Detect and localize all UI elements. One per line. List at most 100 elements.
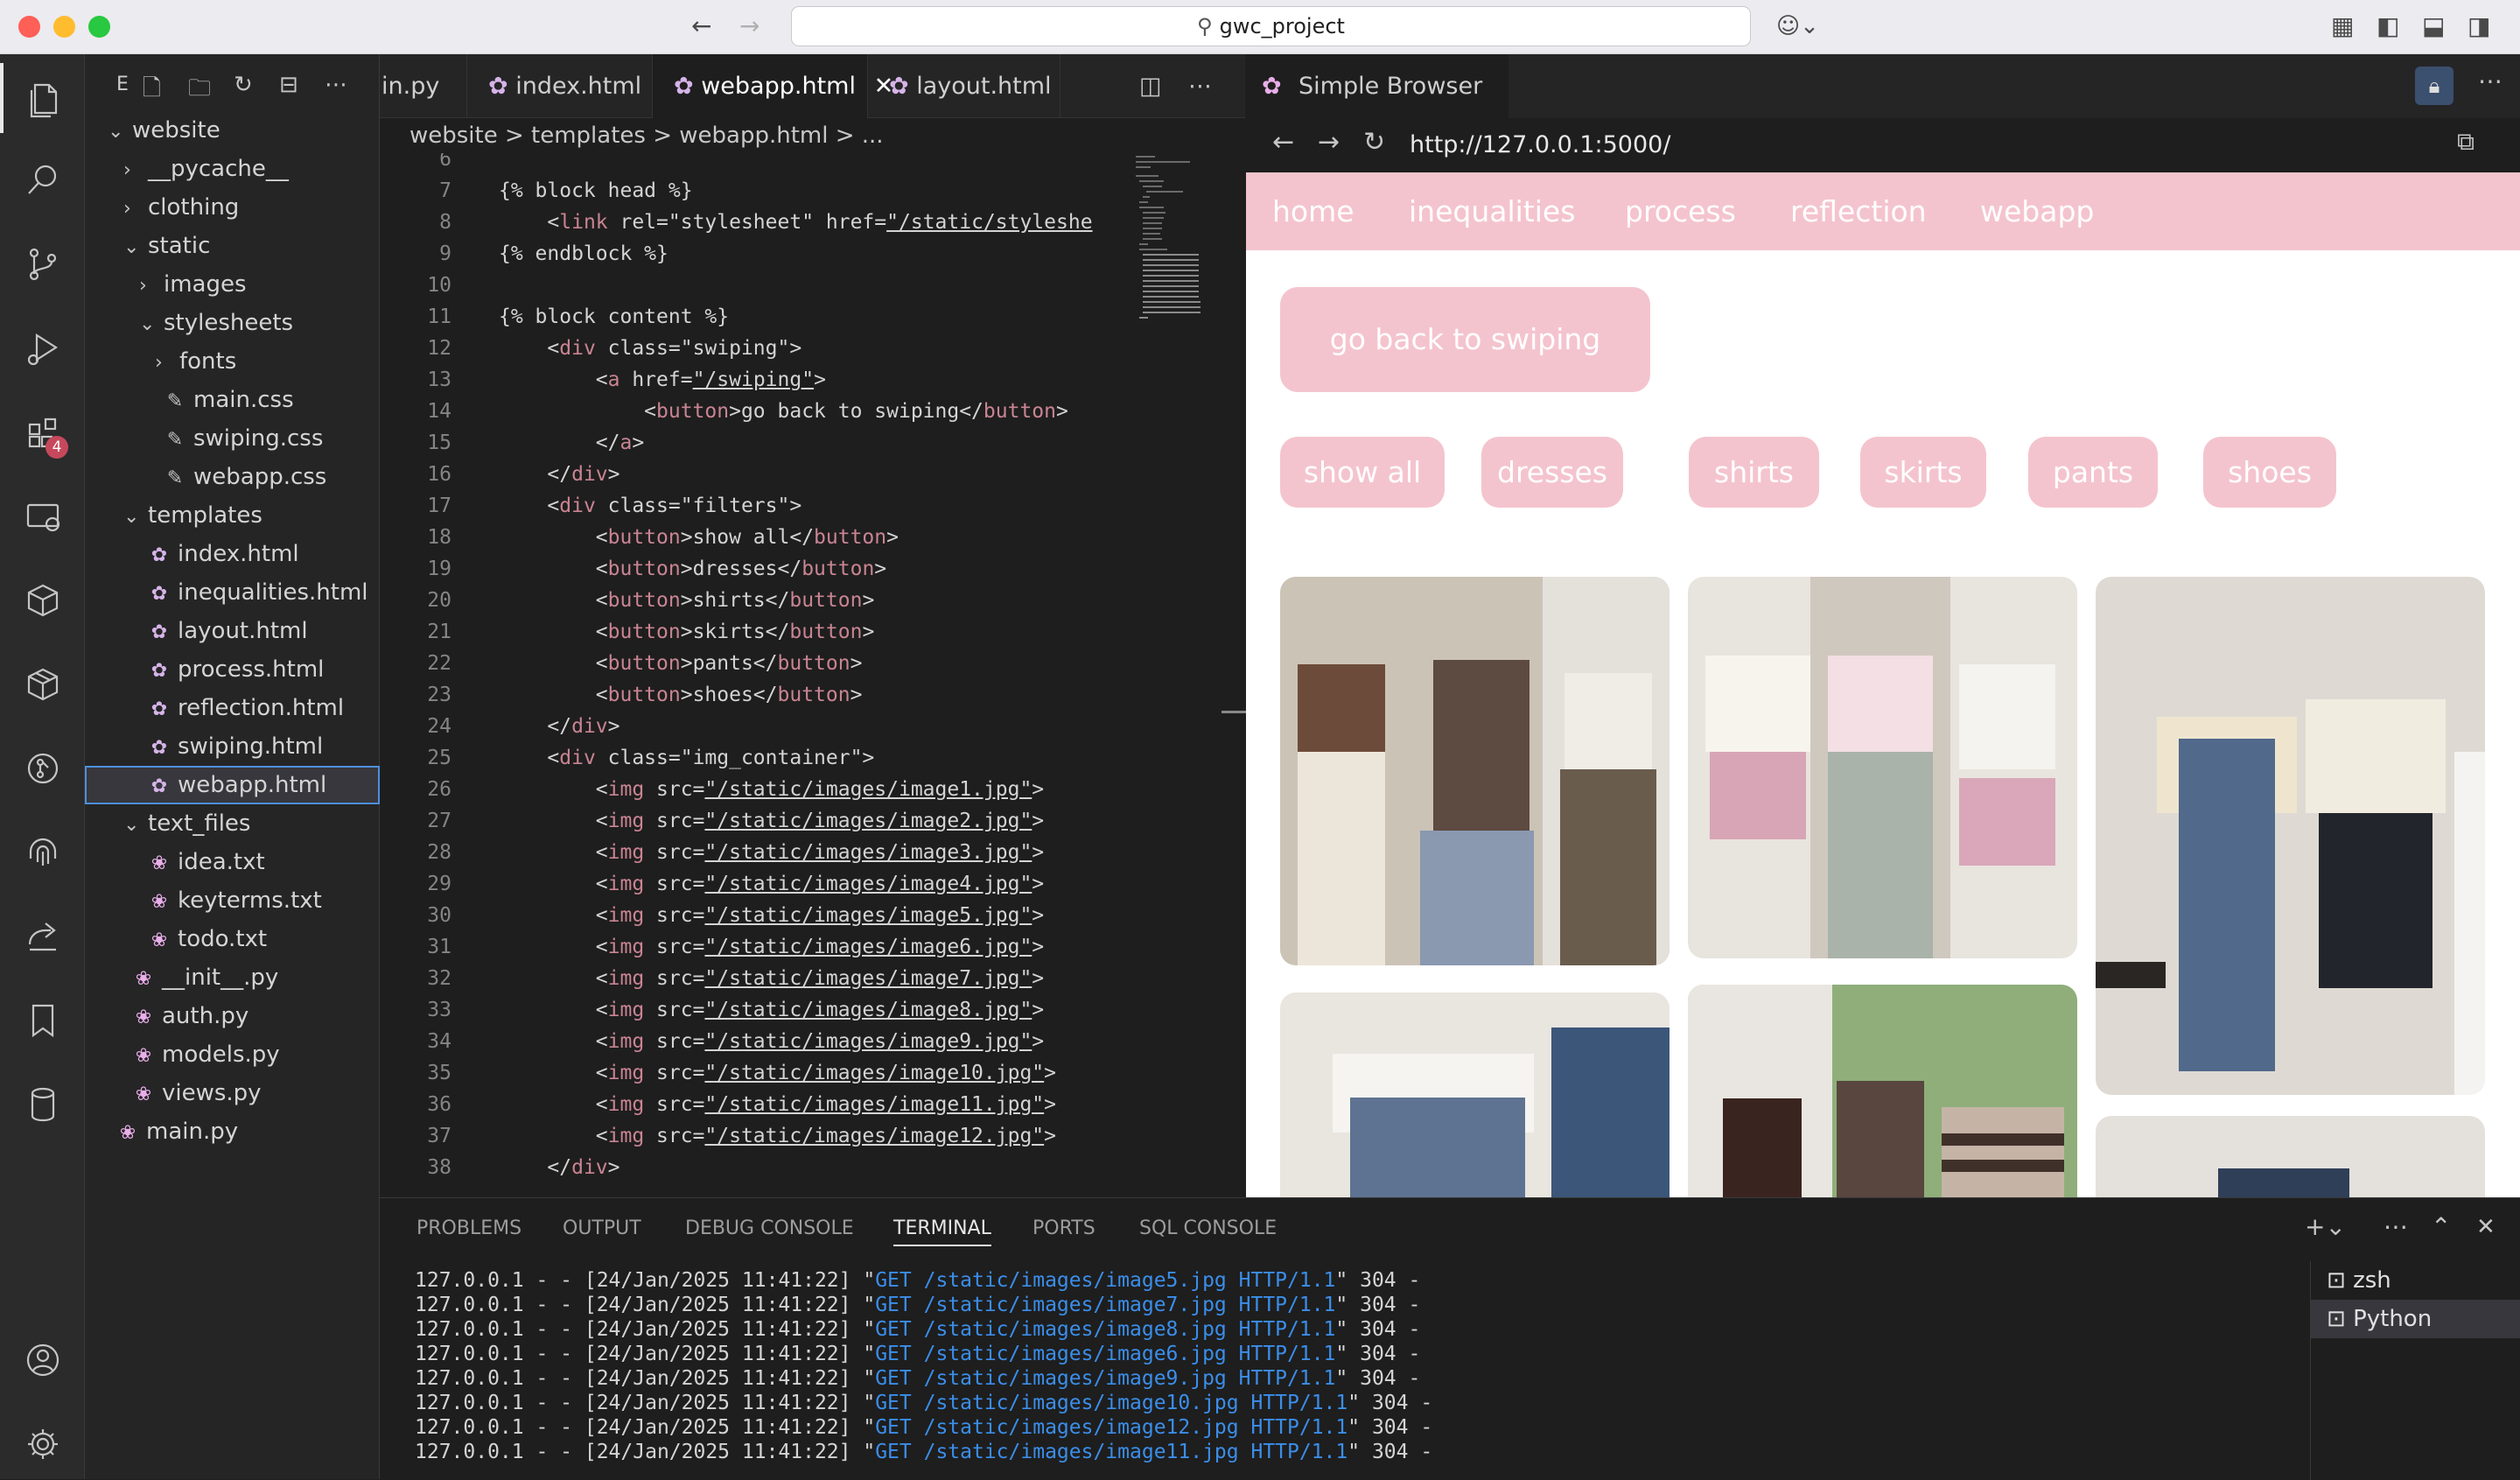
- tree-item[interactable]: ❀ __init__.py: [85, 958, 380, 997]
- tab-terminal[interactable]: TERMINAL: [893, 1217, 991, 1246]
- filter-dresses-button[interactable]: dresses: [1481, 437, 1623, 508]
- run-debug-button[interactable]: [0, 313, 85, 383]
- minimize-window-button[interactable]: [53, 16, 75, 38]
- tab-simple-browser[interactable]: ✿ Simple Browser ✕: [1246, 54, 1508, 164]
- url-field[interactable]: http://127.0.0.1:5000/: [1410, 118, 1670, 172]
- new-folder-icon[interactable]: 🗀: [188, 72, 211, 110]
- explorer-button[interactable]: [0, 63, 85, 133]
- tree-item[interactable]: ✿ webapp.html: [85, 766, 380, 804]
- terminal-python[interactable]: ⊡ Python: [2311, 1300, 2520, 1338]
- panel-more-icon[interactable]: ⋯: [2384, 1212, 2408, 1241]
- tree-item[interactable]: › fonts: [85, 342, 380, 381]
- filter-show-all-button[interactable]: show all: [1280, 437, 1445, 508]
- tab-layout-html[interactable]: ✿ layout.html: [868, 54, 1060, 118]
- code-area[interactable]: 6 7 {% block head %} 8 <link rel="styleshee…: [380, 153, 1245, 1197]
- tab-index-html[interactable]: ✿ index.html: [467, 54, 653, 118]
- bookmarks-button[interactable]: [0, 985, 85, 1056]
- tree-item[interactable]: ✿ layout.html: [85, 612, 380, 650]
- clothing-photo[interactable]: [1688, 985, 2077, 1197]
- tree-item[interactable]: ❀ auth.py: [85, 997, 380, 1035]
- clothing-photo[interactable]: [2096, 577, 2485, 1095]
- extensions-button[interactable]: 4: [0, 397, 85, 467]
- tree-item[interactable]: ✎ swiping.css: [85, 419, 380, 458]
- new-file-icon[interactable]: 🗋: [143, 72, 161, 110]
- manage-button[interactable]: [0, 1409, 85, 1479]
- nav-webapp[interactable]: webapp: [1980, 172, 2094, 250]
- tree-item[interactable]: › __pycache__: [85, 150, 380, 188]
- copilot-icon[interactable]: ☺⌄: [1776, 12, 1819, 40]
- remote-explorer-button[interactable]: [0, 481, 85, 551]
- split-editor-icon[interactable]: ◫: [1139, 54, 1162, 118]
- open-external-icon[interactable]: ⧉: [2457, 127, 2474, 157]
- tree-item[interactable]: ✎ webapp.css: [85, 458, 380, 496]
- breadcrumb[interactable]: website > templates > webapp.html > ...: [380, 118, 1245, 153]
- packages-button[interactable]: [0, 649, 85, 719]
- tab-main-py[interactable]: in.py: [380, 54, 467, 118]
- close-window-button[interactable]: [18, 16, 40, 38]
- tree-item[interactable]: ❀ models.py: [85, 1035, 380, 1074]
- back-arrow-icon[interactable]: ←: [1272, 127, 1294, 158]
- close-panel-icon[interactable]: ✕: [2476, 1214, 2496, 1240]
- tree-item[interactable]: ❀ main.py: [85, 1112, 380, 1151]
- reload-icon[interactable]: ↻: [1363, 127, 1385, 158]
- terminal-zsh[interactable]: ⊡ zsh: [2311, 1261, 2520, 1300]
- tree-item[interactable]: ✿ swiping.html: [85, 727, 380, 766]
- tree-item[interactable]: ⌄ stylesheets: [85, 304, 380, 342]
- editor-more-icon[interactable]: ⋯: [1188, 54, 1212, 118]
- refresh-icon[interactable]: ↻: [234, 72, 253, 98]
- filter-shirts-button[interactable]: shirts: [1689, 437, 1819, 508]
- tree-item[interactable]: ✿ inequalities.html: [85, 573, 380, 612]
- tree-item[interactable]: › clothing: [85, 188, 380, 227]
- tree-item[interactable]: ❀ todo.txt: [85, 920, 380, 958]
- tree-item[interactable]: ⌄ website: [85, 111, 380, 150]
- collapse-all-icon[interactable]: ⊟: [279, 72, 298, 98]
- tree-item[interactable]: ✿ reflection.html: [85, 689, 380, 727]
- tree-item[interactable]: ⌄ templates: [85, 496, 380, 535]
- filter-skirts-button[interactable]: skirts: [1860, 437, 1986, 508]
- command-center-search[interactable]: ⚲ gwc_project: [791, 6, 1751, 46]
- clothing-photo[interactable]: [1280, 993, 1670, 1197]
- tree-item[interactable]: ⌄ static: [85, 227, 380, 265]
- toggle-sidebar-icon[interactable]: ◧: [2376, 12, 2399, 40]
- forward-arrow-icon[interactable]: →: [739, 12, 760, 40]
- clothing-photo[interactable]: [2096, 1116, 2485, 1197]
- tab-problems[interactable]: PROBLEMS: [416, 1217, 522, 1239]
- maximize-panel-icon[interactable]: ⌃: [2431, 1212, 2451, 1241]
- clothing-photo[interactable]: [1688, 577, 2077, 958]
- source-control-button[interactable]: [0, 229, 85, 299]
- git-graph-button[interactable]: [0, 733, 85, 803]
- live-share-button[interactable]: [0, 901, 85, 971]
- filter-shoes-button[interactable]: shoes: [2203, 437, 2336, 508]
- tab-ports[interactable]: PORTS: [1032, 1217, 1096, 1239]
- tab-webapp-html[interactable]: ✿ webapp.html ✕: [653, 54, 893, 118]
- clothing-photo[interactable]: [1280, 577, 1670, 965]
- tree-item[interactable]: ✿ process.html: [85, 650, 380, 689]
- tab-sql-console[interactable]: SQL CONSOLE: [1139, 1217, 1277, 1239]
- search-button[interactable]: [0, 145, 85, 215]
- accounts-key-button[interactable]: [0, 817, 85, 887]
- database-button[interactable]: [0, 1070, 85, 1140]
- docker-button[interactable]: [0, 565, 85, 635]
- filter-pants-button[interactable]: pants: [2028, 437, 2158, 508]
- tree-item[interactable]: ✿ index.html: [85, 535, 380, 573]
- nav-process[interactable]: process: [1625, 172, 1736, 250]
- tab-debug-console[interactable]: DEBUG CONSOLE: [685, 1217, 854, 1239]
- more-actions-icon[interactable]: ⋯: [325, 72, 347, 98]
- back-arrow-icon[interactable]: ←: [691, 12, 711, 40]
- lock-icon[interactable]: 🔒︎: [2415, 67, 2454, 105]
- tree-item[interactable]: ❀ views.py: [85, 1074, 380, 1112]
- new-terminal-icon[interactable]: +⌄: [2305, 1212, 2346, 1241]
- minimap[interactable]: [1129, 153, 1225, 363]
- nav-home[interactable]: home: [1272, 172, 1354, 250]
- customize-layout-icon[interactable]: ▦: [2331, 12, 2354, 40]
- tree-item[interactable]: ❀ keyterms.txt: [85, 881, 380, 920]
- tree-item[interactable]: ❀ idea.txt: [85, 843, 380, 881]
- accounts-button[interactable]: [0, 1325, 85, 1395]
- back-to-swiping-button[interactable]: go back to swiping: [1280, 287, 1650, 392]
- tree-item[interactable]: ✎ main.css: [85, 381, 380, 419]
- maximize-window-button[interactable]: [88, 16, 110, 38]
- forward-arrow-icon[interactable]: →: [1318, 127, 1340, 158]
- tree-item[interactable]: › images: [85, 265, 380, 304]
- tab-output[interactable]: OUTPUT: [563, 1217, 641, 1239]
- nav-reflection[interactable]: reflection: [1790, 172, 1927, 250]
